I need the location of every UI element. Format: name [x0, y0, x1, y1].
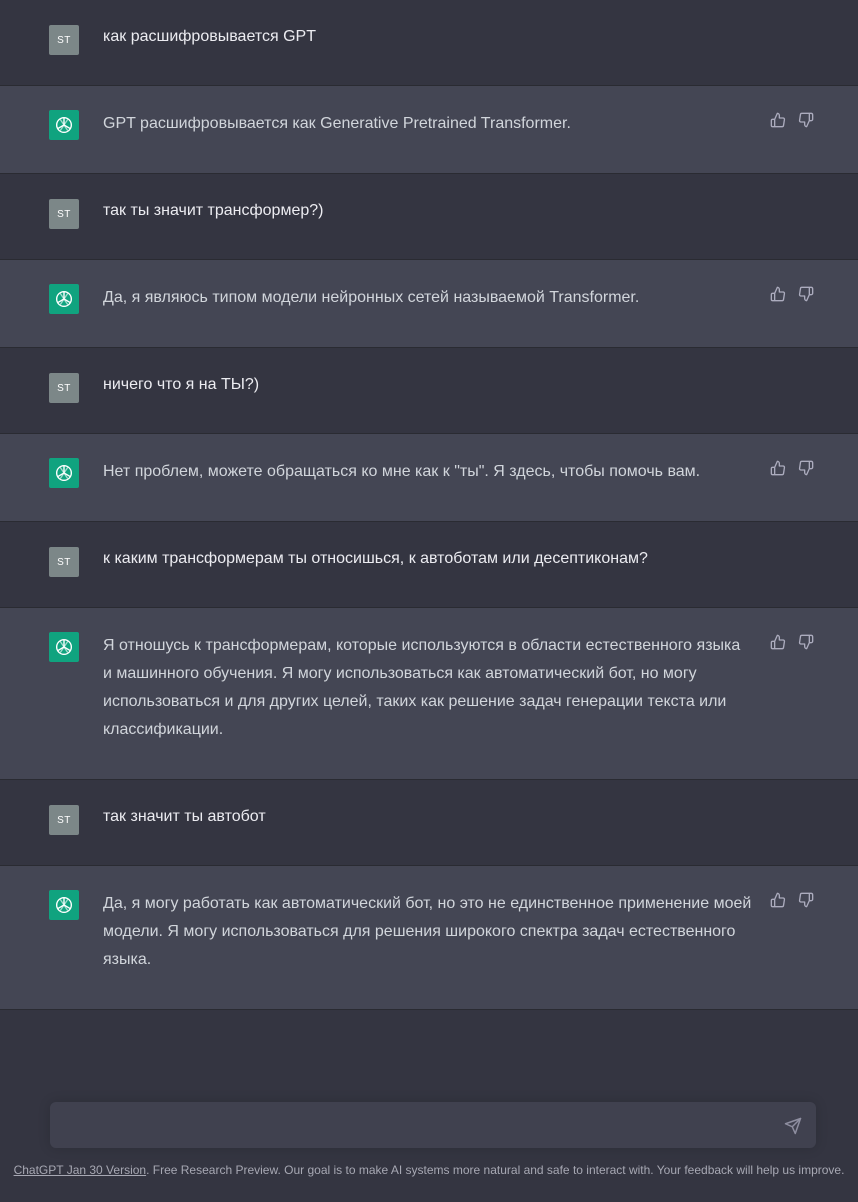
message-text: Нет проблем, можете обращаться ко мне ка… [103, 463, 701, 480]
message-text: как расшифровывается GPT [103, 28, 316, 45]
assistant-avatar [49, 284, 79, 314]
assistant-avatar [49, 458, 79, 488]
user-avatar: ST [49, 805, 79, 835]
openai-logo-icon [55, 638, 73, 656]
thumbs-down-icon[interactable] [798, 460, 814, 476]
feedback-buttons [770, 112, 814, 128]
message-text: Да, я могу работать как автоматический б… [103, 895, 752, 968]
version-link[interactable]: ChatGPT Jan 30 Version [14, 1163, 147, 1177]
openai-logo-icon [55, 290, 73, 308]
thumbs-up-icon[interactable] [770, 634, 786, 650]
message-text: к каким трансформерам ты относишься, к а… [103, 550, 648, 567]
user-avatar: ST [49, 373, 79, 403]
user-avatar: ST [49, 25, 79, 55]
feedback-buttons [770, 286, 814, 302]
thumbs-down-icon[interactable] [798, 112, 814, 128]
assistant-message: Да, я являюсь типом модели нейронных сет… [0, 260, 858, 348]
user-message: ST к каким трансформерам ты относишься, … [0, 522, 858, 608]
assistant-avatar [49, 632, 79, 662]
feedback-buttons [770, 892, 814, 908]
message-input-box [50, 1102, 816, 1148]
message-text: GPT расшифровывается как Generative Pret… [103, 115, 571, 132]
thumbs-up-icon[interactable] [770, 112, 786, 128]
message-text: так значит ты автобот [103, 808, 266, 825]
openai-logo-icon [55, 116, 73, 134]
assistant-message: Да, я могу работать как автоматический б… [0, 866, 858, 1010]
user-avatar: ST [49, 199, 79, 229]
thumbs-up-icon[interactable] [770, 892, 786, 908]
user-message: ST как расшифровывается GPT [0, 0, 858, 86]
thumbs-down-icon[interactable] [798, 634, 814, 650]
openai-logo-icon [55, 896, 73, 914]
thumbs-up-icon[interactable] [770, 460, 786, 476]
feedback-buttons [770, 634, 814, 650]
send-icon[interactable] [784, 1117, 802, 1135]
footer-disclaimer: ChatGPT Jan 30 Version. Free Research Pr… [0, 1163, 858, 1177]
chat-app: ST как расшифровывается GPT GPT расшифро… [0, 0, 858, 1202]
thumbs-down-icon[interactable] [798, 286, 814, 302]
assistant-message: Я отношусь к трансформерам, которые испо… [0, 608, 858, 780]
feedback-buttons [770, 460, 814, 476]
user-avatar: ST [49, 547, 79, 577]
user-message: ST так значит ты автобот [0, 780, 858, 866]
user-message: ST ничего что я на ТЫ?) [0, 348, 858, 434]
message-text: Да, я являюсь типом модели нейронных сет… [103, 289, 640, 306]
footer-text: . Free Research Preview. Our goal is to … [146, 1163, 845, 1177]
thumbs-up-icon[interactable] [770, 286, 786, 302]
openai-logo-icon [55, 464, 73, 482]
message-text: Я отношусь к трансформерам, которые испо… [103, 637, 741, 738]
message-text: ничего что я на ТЫ?) [103, 376, 260, 393]
assistant-avatar [49, 110, 79, 140]
message-text: так ты значит трансформер?) [103, 202, 324, 219]
assistant-message: Нет проблем, можете обращаться ко мне ка… [0, 434, 858, 522]
thumbs-down-icon[interactable] [798, 892, 814, 908]
assistant-message: GPT расшифровывается как Generative Pret… [0, 86, 858, 174]
user-message: ST так ты значит трансформер?) [0, 174, 858, 260]
message-input[interactable] [64, 1114, 768, 1140]
assistant-avatar [49, 890, 79, 920]
conversation: ST как расшифровывается GPT GPT расшифро… [0, 0, 858, 1010]
